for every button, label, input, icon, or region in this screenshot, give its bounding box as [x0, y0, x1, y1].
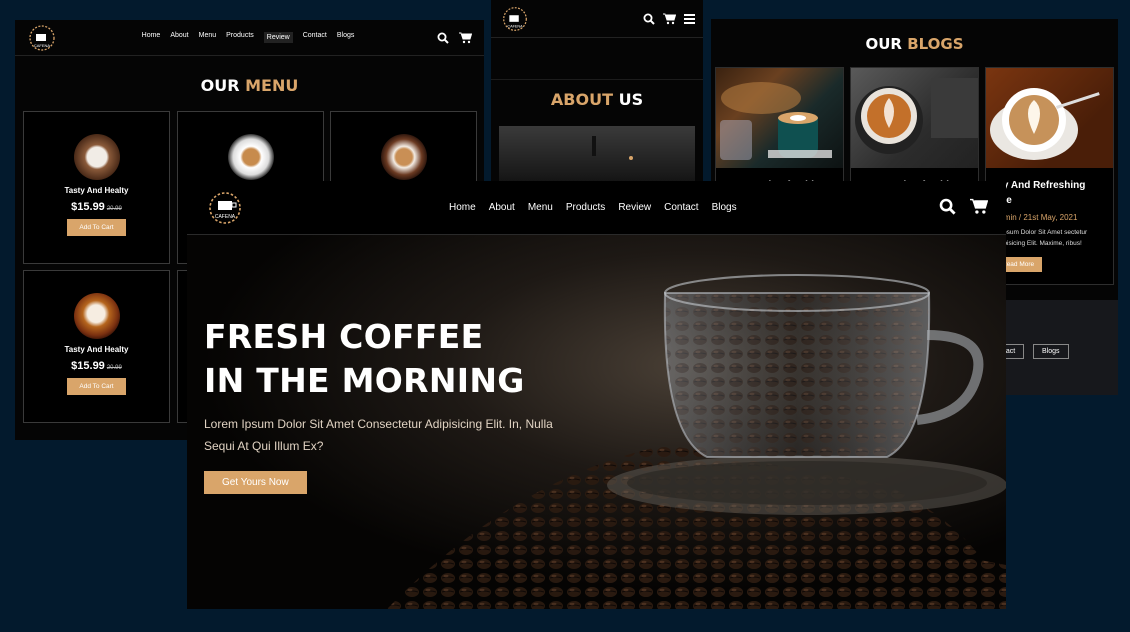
- footer-link-blogs[interactable]: Blogs: [1033, 344, 1069, 359]
- menu-screen-navbar: CAFENA Home About Menu Products Review C…: [15, 20, 484, 56]
- svg-text:CAFENA: CAFENA: [507, 24, 523, 28]
- coffee-cup-image: [73, 134, 120, 180]
- add-to-cart-button[interactable]: Add To Cart: [67, 378, 126, 395]
- menu-section-title: OUR MENU: [15, 76, 484, 100]
- nav-contact[interactable]: Contact: [303, 32, 327, 43]
- logo-icon[interactable]: CAFENA: [25, 21, 59, 55]
- nav-blogs[interactable]: Blogs: [712, 202, 737, 213]
- nav-review[interactable]: Review: [263, 32, 293, 43]
- svg-text:CAFENA: CAFENA: [215, 214, 236, 220]
- coffee-cup-image: [73, 293, 120, 339]
- menu-card: Tasty And Healty $15.99 20.99 Add To Cart: [23, 111, 170, 264]
- search-icon[interactable]: [939, 198, 956, 215]
- search-icon[interactable]: [437, 32, 449, 44]
- blog-section-title: OUR BLOGS: [711, 35, 1118, 55]
- nav-products[interactable]: Products: [566, 202, 605, 213]
- menu-title-plain: OUR: [200, 76, 240, 95]
- about-screen-navbar: CAFENA: [491, 0, 703, 38]
- coffee-cup-image: [227, 134, 274, 180]
- hero-headline: FRESH COFFEE IN THE MORNING: [204, 317, 525, 400]
- cart-icon[interactable]: [970, 198, 988, 215]
- current-price: $15.99: [71, 201, 105, 213]
- blog-title-accent: BLOGS: [907, 35, 964, 53]
- nav-about[interactable]: About: [170, 32, 188, 43]
- hamburger-icon[interactable]: [684, 13, 695, 24]
- menu-item-price: $15.99 20.99: [24, 201, 169, 213]
- hero-subtext: Lorem Ipsum Dolor Sit Amet Consectetur A…: [204, 417, 553, 453]
- hero-copy: FRESH COFFEE IN THE MORNING Lorem Ipsum …: [204, 315, 554, 494]
- cart-icon[interactable]: [663, 13, 676, 25]
- about-section-title: ABOUT US: [491, 90, 703, 109]
- nav-blogs[interactable]: Blogs: [337, 32, 355, 43]
- blog-image: [716, 68, 843, 168]
- nav-menu[interactable]: Menu: [528, 202, 553, 213]
- old-price: 20.99: [106, 365, 122, 371]
- nav-review[interactable]: Review: [618, 202, 651, 213]
- menu-item-name: Tasty And Healty: [64, 345, 129, 354]
- menu-item-price: $15.99 20.99: [24, 360, 169, 372]
- search-icon[interactable]: [643, 13, 655, 25]
- coffee-cup-image: [380, 134, 427, 180]
- about-title-plain: US: [618, 90, 644, 109]
- blog-image: [986, 68, 1113, 168]
- cart-icon[interactable]: [459, 32, 472, 44]
- get-yours-now-button[interactable]: Get Yours Now: [204, 471, 307, 494]
- menu-card: Tasty And Healty $15.99 20.99 Add To Cart: [23, 270, 170, 423]
- logo-icon[interactable]: CAFENA: [203, 189, 247, 227]
- nav-home[interactable]: Home: [142, 32, 161, 43]
- current-price: $15.99: [71, 360, 105, 372]
- nav-products[interactable]: Products: [226, 32, 254, 43]
- blog-image: [851, 68, 978, 168]
- hero-screen: CAFENA Home About Menu Products Review C…: [187, 181, 1006, 609]
- hero-navbar: CAFENA Home About Menu Products Review C…: [187, 181, 1006, 235]
- about-spacer: [491, 38, 703, 80]
- nav-contact[interactable]: Contact: [664, 202, 698, 213]
- add-to-cart-button[interactable]: Add To Cart: [67, 219, 126, 236]
- nav-home[interactable]: Home: [449, 202, 476, 213]
- about-title-accent: ABOUT: [550, 90, 613, 109]
- svg-text:CAFENA: CAFENA: [34, 43, 51, 48]
- menu-title-accent: MENU: [245, 76, 299, 95]
- about-screen: CAFENA ABOUT US: [491, 0, 703, 200]
- nav-menu[interactable]: Menu: [199, 32, 217, 43]
- logo-icon[interactable]: CAFENA: [499, 3, 531, 35]
- menu-item-name: Tasty And Healty: [64, 186, 129, 195]
- old-price: 20.99: [106, 206, 122, 212]
- nav-about[interactable]: About: [489, 202, 515, 213]
- blog-title-plain: OUR: [865, 35, 902, 53]
